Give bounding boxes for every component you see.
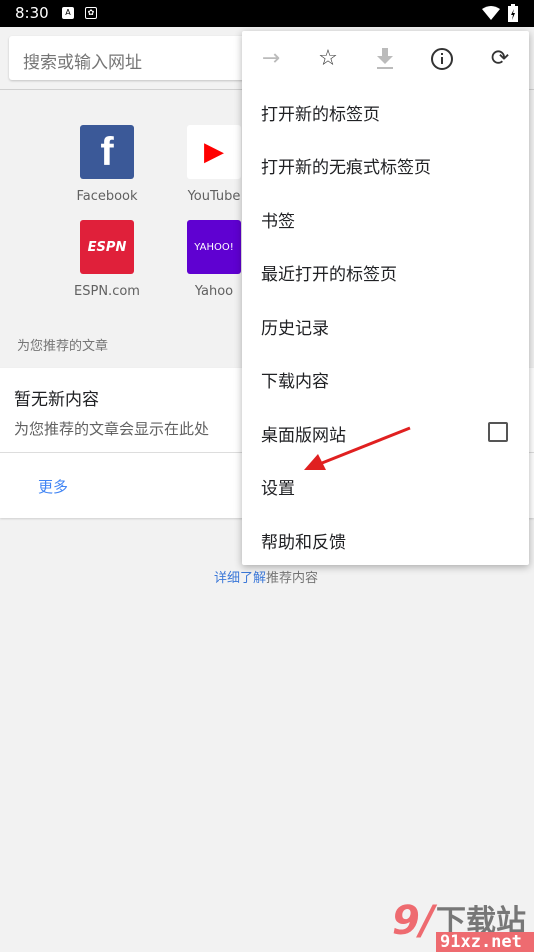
wifi-icon: [482, 6, 500, 20]
tile-label: Facebook: [76, 189, 138, 204]
learn-more-text: 推荐内容: [266, 571, 319, 586]
forward-icon[interactable]: →: [253, 41, 289, 77]
menu-item-history[interactable]: 历史记录: [261, 314, 329, 339]
bookmark-star-icon[interactable]: ☆: [310, 41, 346, 77]
learn-more-link[interactable]: 详细了解: [214, 571, 266, 586]
tile-espn[interactable]: ESPN ESPN.com: [62, 220, 152, 299]
menu-item-new-incognito-tab[interactable]: 打开新的无痕式标签页: [261, 153, 431, 178]
watermark-logo: 9/: [392, 898, 435, 944]
facebook-icon: f: [80, 125, 134, 179]
desktop-site-checkbox[interactable]: [488, 422, 508, 442]
overflow-menu: → ☆ ⟳ 打开新的标签页 打开新的无痕式标签页 书签 最近打开的标签页 历史记…: [242, 31, 529, 565]
menu-item-help-feedback[interactable]: 帮助和反馈: [261, 528, 346, 553]
menu-item-new-tab[interactable]: 打开新的标签页: [261, 100, 380, 125]
tile-facebook[interactable]: f Facebook: [62, 125, 152, 204]
battery-charging-icon: [508, 4, 518, 22]
learn-more: 详细了解推荐内容: [214, 567, 318, 586]
status-bar: 8:30 A ✿: [0, 0, 534, 27]
youtube-icon: ▶: [187, 125, 241, 179]
refresh-icon[interactable]: ⟳: [482, 41, 518, 77]
menu-icon-row: → ☆ ⟳: [242, 41, 529, 77]
watermark-domain: 91xz.net: [436, 932, 534, 952]
menu-item-recent-tabs[interactable]: 最近打开的标签页: [261, 260, 397, 285]
section-label: 为您推荐的文章: [17, 339, 109, 354]
menu-item-settings[interactable]: 设置: [261, 474, 295, 499]
more-button[interactable]: 更多: [38, 476, 68, 497]
info-icon[interactable]: [424, 41, 460, 77]
menu-item-bookmarks[interactable]: 书签: [261, 207, 295, 232]
notification-paw-icon: ✿: [85, 7, 97, 19]
watermark: 9/ 下载站 91xz.net: [384, 888, 534, 952]
empty-title: 暂无新内容: [14, 390, 99, 410]
empty-subtitle: 为您推荐的文章会显示在此处: [14, 420, 210, 438]
espn-icon: ESPN: [80, 220, 134, 274]
notification-a-icon: A: [62, 7, 74, 19]
menu-item-desktop-site[interactable]: 桌面版网站: [261, 421, 346, 446]
menu-item-downloads[interactable]: 下载内容: [261, 367, 329, 392]
tile-label: ESPN.com: [74, 284, 140, 299]
clock: 8:30: [15, 4, 49, 22]
download-icon[interactable]: [367, 41, 403, 77]
yahoo-icon: YAHOO!: [187, 220, 241, 274]
